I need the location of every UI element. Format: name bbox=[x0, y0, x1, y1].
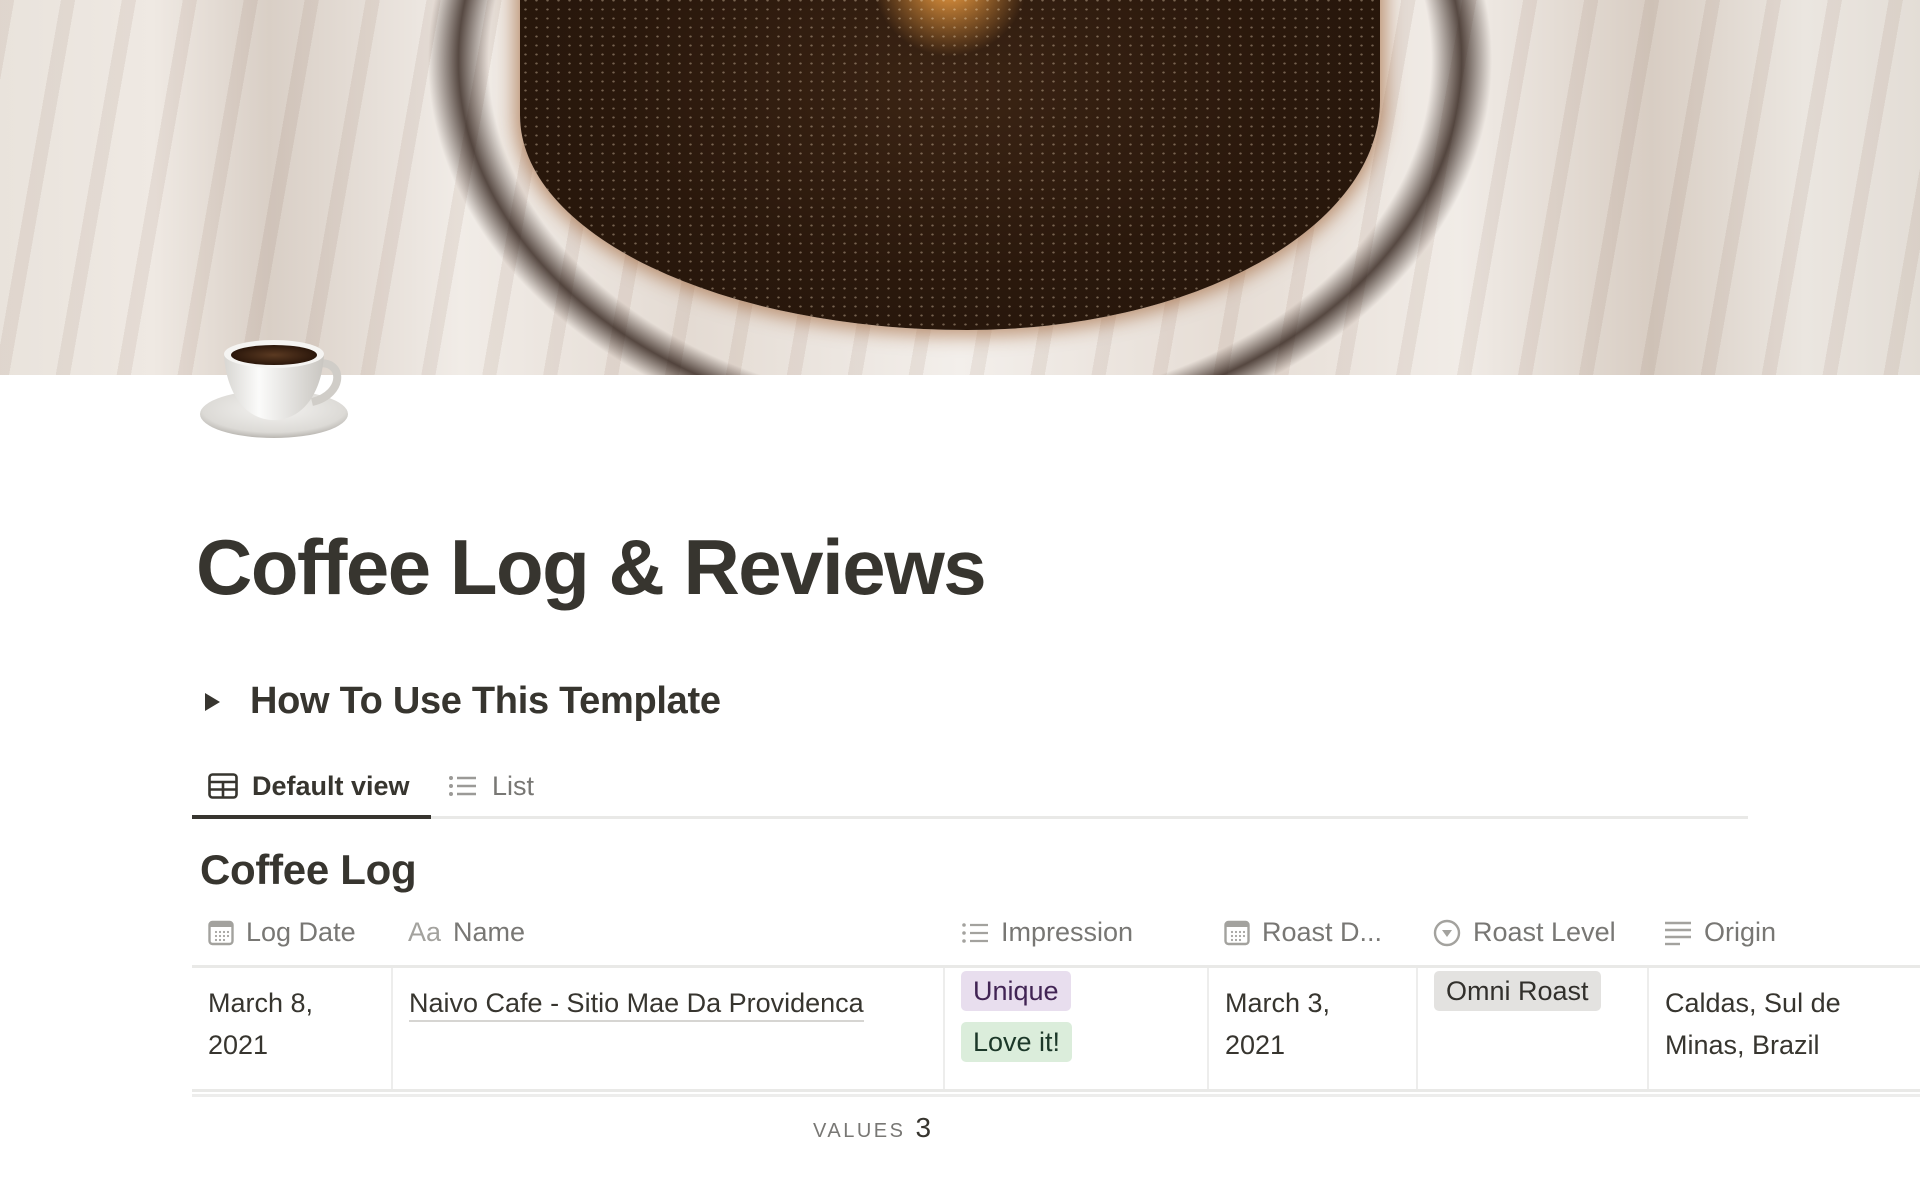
coffee-cup-icon[interactable] bbox=[198, 322, 354, 442]
coffee-log-table: Log Date Aa Name Impression Roast D... R… bbox=[192, 900, 1920, 1097]
log-date-line-1: March 8, bbox=[208, 988, 314, 1018]
impression-tag-love-it: Love it! bbox=[961, 1022, 1073, 1062]
calculation-value: 3 bbox=[915, 1112, 932, 1143]
tab-default-view[interactable]: Default view bbox=[192, 756, 431, 819]
column-label: Log Date bbox=[246, 917, 356, 947]
database-title[interactable]: Coffee Log bbox=[200, 846, 417, 894]
table-header: Log Date Aa Name Impression Roast D... R… bbox=[192, 900, 1920, 968]
cell-log-date[interactable]: March 8, 2021 bbox=[192, 968, 391, 1089]
page-title[interactable]: Coffee Log & Reviews bbox=[196, 528, 987, 606]
list-icon bbox=[448, 774, 478, 798]
column-header-roast-level[interactable]: Roast Level bbox=[1433, 900, 1643, 965]
roast-date-line-1: March 3, bbox=[1225, 988, 1331, 1018]
column-header-name[interactable]: Aa Name bbox=[408, 900, 928, 965]
origin-line-1: Caldas, Sul de bbox=[1665, 988, 1841, 1018]
column-header-impression[interactable]: Impression bbox=[961, 900, 1197, 965]
roast-date-line-2: 2021 bbox=[1225, 1030, 1286, 1060]
tab-list[interactable]: List bbox=[448, 756, 534, 816]
log-date-line-2: 2021 bbox=[208, 1030, 269, 1060]
column-header-roast-date[interactable]: Roast D... bbox=[1224, 900, 1404, 965]
tab-label: Default view bbox=[252, 770, 410, 801]
select-dropdown-icon bbox=[1433, 919, 1461, 947]
toggle-label[interactable]: How To Use This Template bbox=[250, 680, 721, 723]
origin-line-2: Minas, Brazil bbox=[1665, 1030, 1820, 1060]
column-header-origin[interactable]: Origin bbox=[1664, 900, 1914, 965]
cell-name[interactable]: Naivo Cafe - Sitio Mae Da Providenca bbox=[391, 968, 943, 1089]
calendar-icon bbox=[1224, 920, 1250, 946]
column-label: Name bbox=[453, 917, 526, 947]
database-view-tabs: Default view List bbox=[192, 756, 1748, 819]
text-lines-icon bbox=[1664, 920, 1692, 946]
multi-select-list-icon bbox=[961, 921, 989, 945]
cell-roast-level[interactable]: Omni Roast bbox=[1416, 968, 1647, 1089]
calendar-icon bbox=[208, 920, 234, 946]
table-icon bbox=[208, 773, 238, 799]
column-label: Roast Level bbox=[1473, 917, 1616, 947]
calculation-label: VALUES bbox=[813, 1120, 906, 1142]
entry-name-link[interactable]: Naivo Cafe - Sitio Mae Da Providenca bbox=[409, 988, 864, 1022]
column-header-log-date[interactable]: Log Date bbox=[208, 900, 388, 965]
cell-impression[interactable]: Unique Love it! bbox=[943, 968, 1207, 1089]
tab-label: List bbox=[492, 770, 535, 801]
column-calculation[interactable]: VALUES 3 bbox=[813, 1112, 931, 1144]
page-cover-image[interactable] bbox=[0, 0, 1920, 375]
cell-origin[interactable]: Caldas, Sul de Minas, Brazil bbox=[1647, 968, 1920, 1089]
table-row[interactable]: March 8, 2021 Naivo Cafe - Sitio Mae Da … bbox=[192, 968, 1920, 1097]
how-to-use-toggle[interactable]: How To Use This Template bbox=[205, 680, 721, 723]
cell-roast-date[interactable]: March 3, 2021 bbox=[1207, 968, 1416, 1089]
toggle-triangle-icon[interactable] bbox=[205, 692, 220, 711]
title-aa-icon: Aa bbox=[408, 917, 442, 947]
impression-tag-unique: Unique bbox=[961, 971, 1071, 1011]
column-label: Roast D... bbox=[1262, 917, 1383, 947]
column-label: Impression bbox=[1001, 917, 1134, 947]
column-label: Origin bbox=[1704, 917, 1777, 947]
roast-level-tag: Omni Roast bbox=[1434, 971, 1601, 1011]
